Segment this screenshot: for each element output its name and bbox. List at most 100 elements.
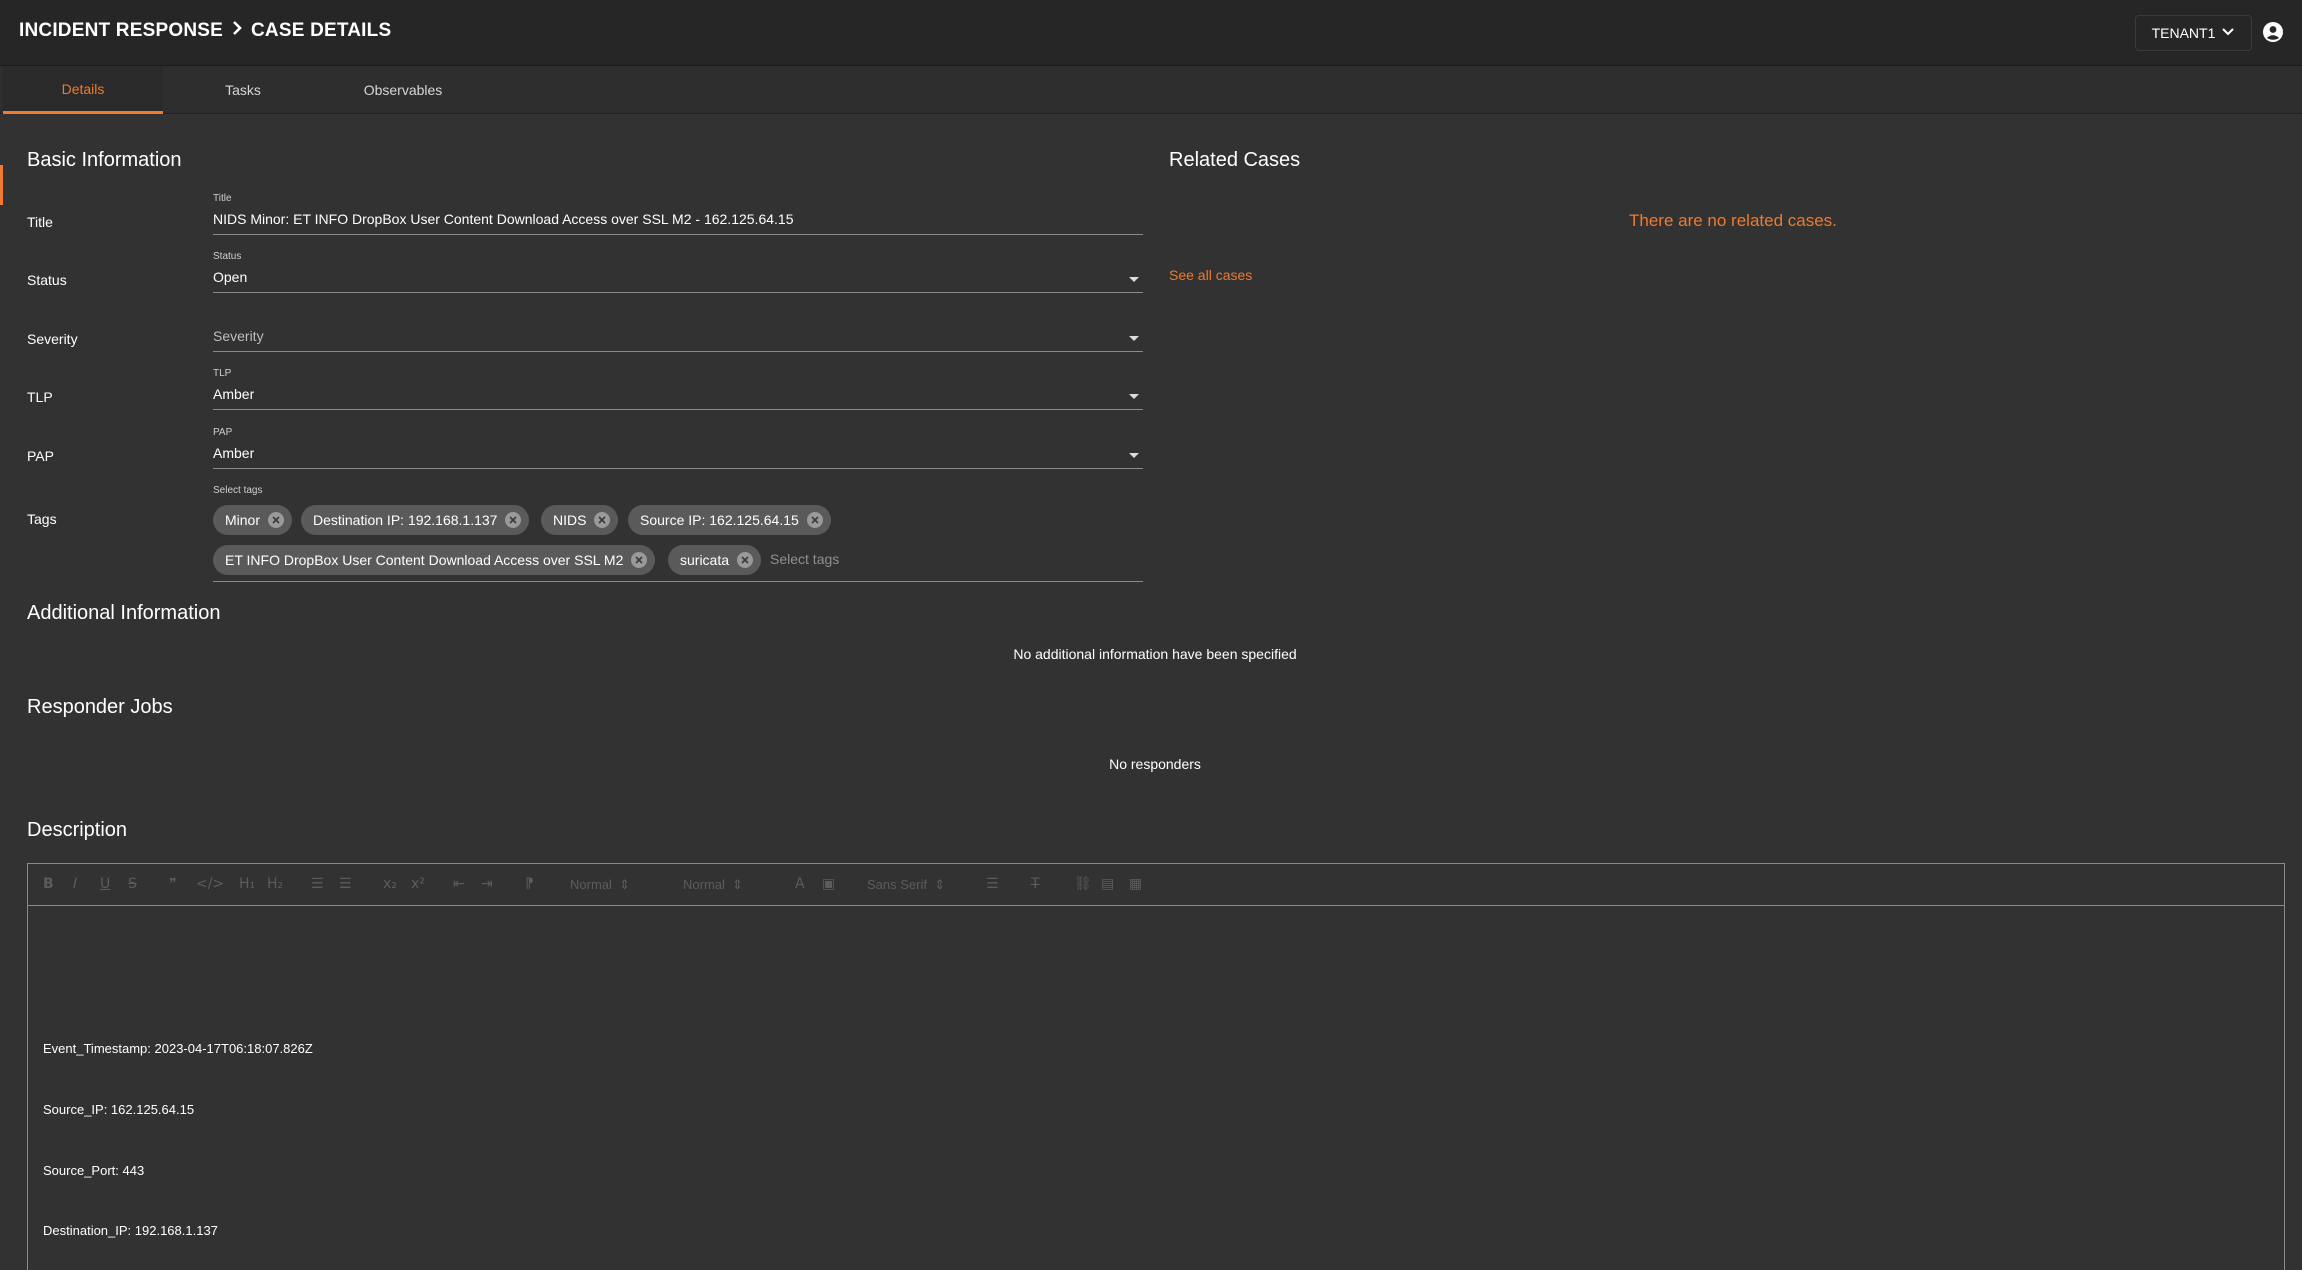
status-select[interactable]: Status Open <box>213 251 1143 293</box>
remove-tag-icon[interactable] <box>594 512 611 528</box>
remove-tag-icon[interactable] <box>737 552 754 568</box>
title-value[interactable]: NIDS Minor: ET INFO DropBox User Content… <box>213 211 793 227</box>
tab-tasks[interactable]: Tasks <box>163 66 323 114</box>
description-line: Source_Port: 443 <box>43 1163 145 1178</box>
pap-value: Amber <box>213 445 255 461</box>
tag-chip-label: NIDS <box>553 512 587 528</box>
remove-tag-icon[interactable] <box>505 512 522 528</box>
tab-details[interactable]: Details <box>3 66 163 114</box>
italic-icon[interactable]: I <box>73 876 77 892</box>
dropdown-caret-icon <box>1129 394 1139 399</box>
no-additional-info-message: No additional information have been spec… <box>1013 646 1297 662</box>
chevron-down-icon <box>2221 25 2235 42</box>
tags-label: Tags <box>27 511 57 527</box>
chevron-right-icon <box>231 20 243 42</box>
description-line: Event_Timestamp: 2023-04-17T06:18:07.826… <box>43 1041 313 1056</box>
tag-chip: Destination IP: 192.168.1.137 <box>301 505 530 535</box>
pap-label: PAP <box>27 448 54 464</box>
pap-floating-label: PAP <box>213 427 233 438</box>
tag-chip: Minor <box>213 505 293 535</box>
image-icon[interactable]: ▤ <box>1101 876 1114 892</box>
breadcrumb: INCIDENT RESPONSE CASE DETAILS <box>19 20 391 42</box>
bold-icon[interactable]: B <box>43 876 54 892</box>
title-floating-label: Title <box>213 193 232 204</box>
tags-field[interactable]: Select tags Minor Destination IP: 192.16… <box>213 485 1143 582</box>
remove-tag-icon[interactable] <box>631 552 648 568</box>
tenant-label: TENANT1 <box>2151 25 2216 41</box>
description-heading: Description <box>27 819 128 841</box>
tag-chip-label: Minor <box>225 512 261 528</box>
align-icon[interactable]: ☰ <box>986 876 999 892</box>
code-icon[interactable]: </> <box>196 876 224 892</box>
remove-tag-icon[interactable] <box>806 512 823 528</box>
user-account-icon[interactable] <box>2262 21 2284 43</box>
indent-icon[interactable]: ⇥ <box>481 876 493 892</box>
superscript-icon[interactable]: x² <box>411 876 425 892</box>
remove-tag-icon[interactable] <box>268 512 285 528</box>
underline-icon[interactable]: U <box>100 876 110 892</box>
tlp-value: Amber <box>213 386 255 402</box>
dropdown-caret-icon <box>1129 336 1139 341</box>
breadcrumb-root[interactable]: INCIDENT RESPONSE <box>19 20 223 42</box>
tag-chip-label: suricata <box>680 552 730 568</box>
link-icon[interactable]: ⛓ <box>1074 876 1092 892</box>
clear-format-icon[interactable]: T̶ <box>1031 876 1040 892</box>
dropdown-caret-icon <box>1129 277 1139 282</box>
heading-1-icon[interactable]: H₁ <box>239 876 255 892</box>
tags-input[interactable]: Select tags <box>770 551 839 567</box>
tag-chip-label: Source IP: 162.125.64.15 <box>640 512 799 528</box>
tag-chip: Source IP: 162.125.64.15 <box>628 505 831 535</box>
tenant-selector-button[interactable]: TENANT1 <box>2135 15 2252 51</box>
tag-chip: suricata <box>668 545 762 575</box>
tlp-label: TLP <box>27 389 53 405</box>
tlp-floating-label: TLP <box>213 368 232 379</box>
tlp-select[interactable]: TLP Amber <box>213 368 1143 410</box>
description-editor[interactable]: B I U S ❞ </> H₁ H₂ ☰ ☰ x₂ x² ⇤ ⇥ ⁋ Norm… <box>27 863 2285 1270</box>
tag-chip-label: Destination IP: 192.168.1.137 <box>313 512 498 528</box>
left-accent-bar <box>0 165 3 205</box>
description-line: Source_IP: 162.125.64.15 <box>43 1102 195 1117</box>
video-icon[interactable]: ▦ <box>1129 876 1142 892</box>
top-bar: INCIDENT RESPONSE CASE DETAILS TENANT1 <box>0 0 2302 66</box>
status-floating-label: Status <box>213 251 242 262</box>
font-family-value: Sans Serif <box>867 877 927 892</box>
subscript-icon[interactable]: x₂ <box>383 876 397 892</box>
status-value: Open <box>213 269 248 285</box>
tab-observables[interactable]: Observables <box>323 66 483 114</box>
outdent-icon[interactable]: ⇤ <box>453 876 465 892</box>
tag-chip-label: ET INFO DropBox User Content Download Ac… <box>225 552 624 568</box>
tab-bar: Details Tasks Observables <box>0 66 2302 114</box>
tag-chip: NIDS <box>541 505 619 535</box>
no-related-cases-message: There are no related cases. <box>1629 211 1837 230</box>
header-format-value: Normal <box>570 877 612 892</box>
basic-information-heading: Basic Information <box>27 149 182 171</box>
ordered-list-icon[interactable]: ☰ <box>311 876 324 892</box>
breadcrumb-current: CASE DETAILS <box>251 20 392 41</box>
text-direction-icon[interactable]: ⁋ <box>525 876 534 892</box>
heading-2-icon[interactable]: H₂ <box>267 876 283 892</box>
tag-chip: ET INFO DropBox User Content Download Ac… <box>213 545 656 575</box>
title-field[interactable]: Title NIDS Minor: ET INFO DropBox User C… <box>213 193 1143 235</box>
no-responders-message: No responders <box>1109 756 1201 772</box>
text-color-icon[interactable]: A <box>795 876 805 892</box>
status-label: Status <box>27 272 67 288</box>
title-label: Title <box>27 214 53 230</box>
see-all-cases-link[interactable]: See all cases <box>1169 267 1252 283</box>
size-format-select[interactable]: Normal ⇕ <box>683 877 743 893</box>
pap-select[interactable]: PAP Amber <box>213 427 1143 469</box>
severity-select[interactable]: Severity <box>213 310 1143 352</box>
related-cases-heading: Related Cases <box>1169 149 1301 171</box>
tags-floating-label: Select tags <box>213 485 263 496</box>
additional-information-heading: Additional Information <box>27 602 221 624</box>
responder-jobs-heading: Responder Jobs <box>27 696 173 718</box>
bullet-list-icon[interactable]: ☰ <box>339 876 352 892</box>
description-line: Destination_IP: 192.168.1.137 <box>43 1223 218 1238</box>
blockquote-icon[interactable]: ❞ <box>169 876 177 892</box>
editor-toolbar: B I U S ❞ </> H₁ H₂ ☰ ☰ x₂ x² ⇤ ⇥ ⁋ Norm… <box>28 864 2284 906</box>
background-color-icon[interactable]: ▣ <box>822 876 835 892</box>
severity-label: Severity <box>27 331 78 347</box>
font-family-select[interactable]: Sans Serif ⇕ <box>867 877 945 893</box>
strikethrough-icon[interactable]: S <box>128 876 137 892</box>
size-format-value: Normal <box>683 877 725 892</box>
header-format-select[interactable]: Normal ⇕ <box>570 877 630 893</box>
